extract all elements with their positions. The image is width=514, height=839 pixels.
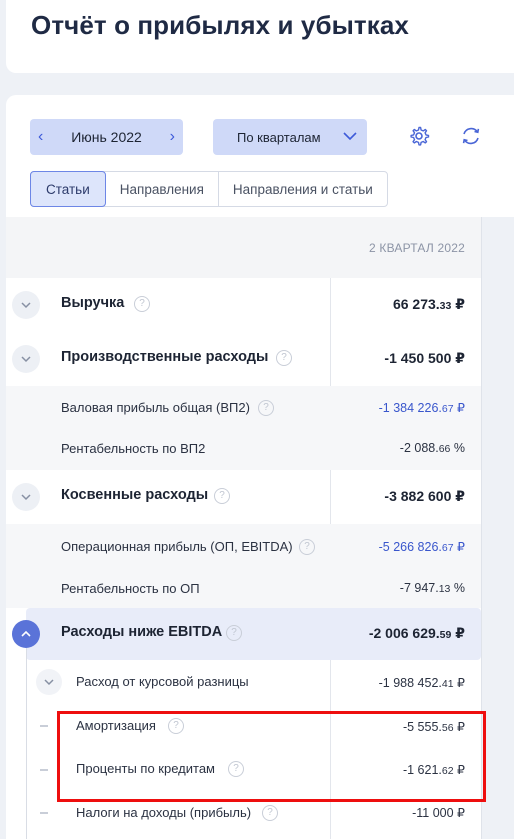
table-right-edge — [481, 217, 514, 839]
help-icon[interactable]: ? — [134, 296, 150, 312]
help-icon[interactable]: ? — [262, 805, 278, 821]
row-value: -1 988 452.41 ₽ — [378, 676, 465, 690]
table-row-operating-profit[interactable]: Операционная прибыль (ОП, EBITDA) ? -5 2… — [6, 524, 481, 568]
row-value: -3 882 600 ₽ — [384, 488, 465, 504]
prev-period-icon[interactable]: ‹ — [38, 128, 43, 146]
next-period-icon[interactable]: › — [170, 128, 175, 146]
gear-icon[interactable] — [408, 125, 430, 147]
table-row-op-margin[interactable]: Рентабельность по ОП -7 947.13 % — [6, 568, 481, 608]
expand-toggle[interactable] — [12, 345, 40, 373]
tree-branch — [40, 769, 48, 771]
table-row-revenue[interactable]: Выручка ? 66 273.33 ₽ — [6, 278, 481, 332]
grouping-select[interactable]: По кварталам — [213, 119, 367, 155]
table-row-gp-margin[interactable]: Рентабельность по ВП2 -2 088.66 % — [6, 428, 481, 470]
table-row-below-ebitda[interactable]: Расходы ниже EBITDA ? -2 006 629.59 ₽ — [26, 608, 481, 660]
chevron-up-icon — [21, 630, 31, 637]
row-value: -7 947.13 % — [399, 581, 465, 595]
help-icon[interactable]: ? — [258, 400, 274, 416]
row-label: Рентабельность по ОП — [61, 581, 200, 596]
expand-toggle[interactable] — [36, 669, 62, 695]
tab-directions-and-articles[interactable]: Направления и статьи — [219, 172, 387, 206]
chevron-down-icon — [21, 494, 31, 501]
help-icon[interactable]: ? — [299, 539, 315, 555]
collapse-toggle[interactable] — [12, 620, 40, 648]
report-card: ‹ Июнь 2022 › По кварталам Статьи Направ… — [6, 95, 514, 839]
table-row-gross-profit[interactable]: Валовая прибыль общая (ВП2) ? -1 384 226… — [6, 386, 481, 428]
chevron-down-icon — [21, 302, 31, 309]
chevron-down-icon — [343, 132, 357, 141]
row-value[interactable]: -1 384 226.67 ₽ — [379, 400, 465, 415]
chevron-down-icon — [21, 356, 31, 363]
row-value[interactable]: -5 266 826.67 ₽ — [379, 539, 465, 554]
row-label: Операционная прибыль (ОП, EBITDA) — [61, 539, 293, 554]
row-label: Налоги на доходы (прибыль) — [76, 805, 252, 820]
title-card: Отчёт о прибылях и убытках — [6, 0, 514, 73]
table-row-production-costs[interactable]: Производственные расходы ? -1 450 500 ₽ — [6, 332, 481, 386]
period-label[interactable]: Июнь 2022 — [71, 129, 142, 145]
help-icon[interactable]: ? — [214, 488, 230, 504]
row-value: -11 000 ₽ — [412, 806, 465, 820]
tab-directions[interactable]: Направления — [106, 172, 219, 206]
grouping-label: По кварталам — [237, 129, 321, 145]
row-label: Рентабельность по ВП2 — [61, 441, 206, 456]
help-icon[interactable]: ? — [228, 761, 244, 777]
page-title: Отчёт о прибылях и убытках — [31, 10, 409, 40]
row-label: Расход от курсовой разницы — [76, 674, 249, 689]
expand-toggle[interactable] — [12, 291, 40, 319]
table-row-indirect-costs[interactable]: Косвенные расходы ? -3 882 600 ₽ — [6, 470, 481, 524]
help-icon[interactable]: ? — [168, 718, 184, 734]
column-header-quarter: 2 КВАРТАЛ 2022 — [369, 241, 465, 255]
table-row-loan-interest[interactable]: Проценты по кредитам ? -1 621.62 ₽ — [6, 748, 481, 790]
row-label: Выручка — [61, 295, 125, 311]
tree-branch — [40, 725, 48, 727]
help-icon[interactable]: ? — [276, 350, 292, 366]
table-header: 2 КВАРТАЛ 2022 — [6, 217, 481, 278]
row-value: -2 006 629.59 ₽ — [368, 625, 465, 641]
row-label: Производственные расходы — [61, 349, 269, 365]
help-icon[interactable]: ? — [226, 625, 242, 641]
tab-articles[interactable]: Статьи — [30, 171, 106, 207]
row-label: Расходы ниже EBITDA — [61, 624, 223, 640]
row-label: Амортизация — [76, 718, 156, 733]
table-row-income-tax[interactable]: Налоги на доходы (прибыль) ? -11 000 ₽ — [6, 790, 481, 834]
chevron-down-icon — [44, 679, 54, 686]
row-label: Проценты по кредитам — [76, 761, 215, 776]
view-tabs: Статьи Направления Направления и статьи — [30, 171, 388, 207]
row-value: -2 088.66 % — [399, 441, 465, 455]
row-label: Валовая прибыль общая (ВП2) — [61, 400, 250, 415]
row-value: -1 450 500 ₽ — [384, 350, 465, 366]
table-row-fx-loss[interactable]: Расход от курсовой разницы -1 988 452.41… — [6, 660, 481, 704]
row-value: -5 555.56 ₽ — [402, 720, 465, 734]
row-value: 66 273.33 ₽ — [392, 296, 465, 312]
row-label: Косвенные расходы — [61, 487, 209, 503]
expand-toggle[interactable] — [12, 483, 40, 511]
refresh-icon[interactable] — [460, 125, 482, 147]
period-navigator: ‹ Июнь 2022 › — [30, 119, 183, 155]
table-row-depreciation[interactable]: Амортизация ? -5 555.56 ₽ — [6, 704, 481, 748]
tree-branch — [40, 812, 48, 814]
row-value: -1 621.62 ₽ — [402, 763, 465, 777]
